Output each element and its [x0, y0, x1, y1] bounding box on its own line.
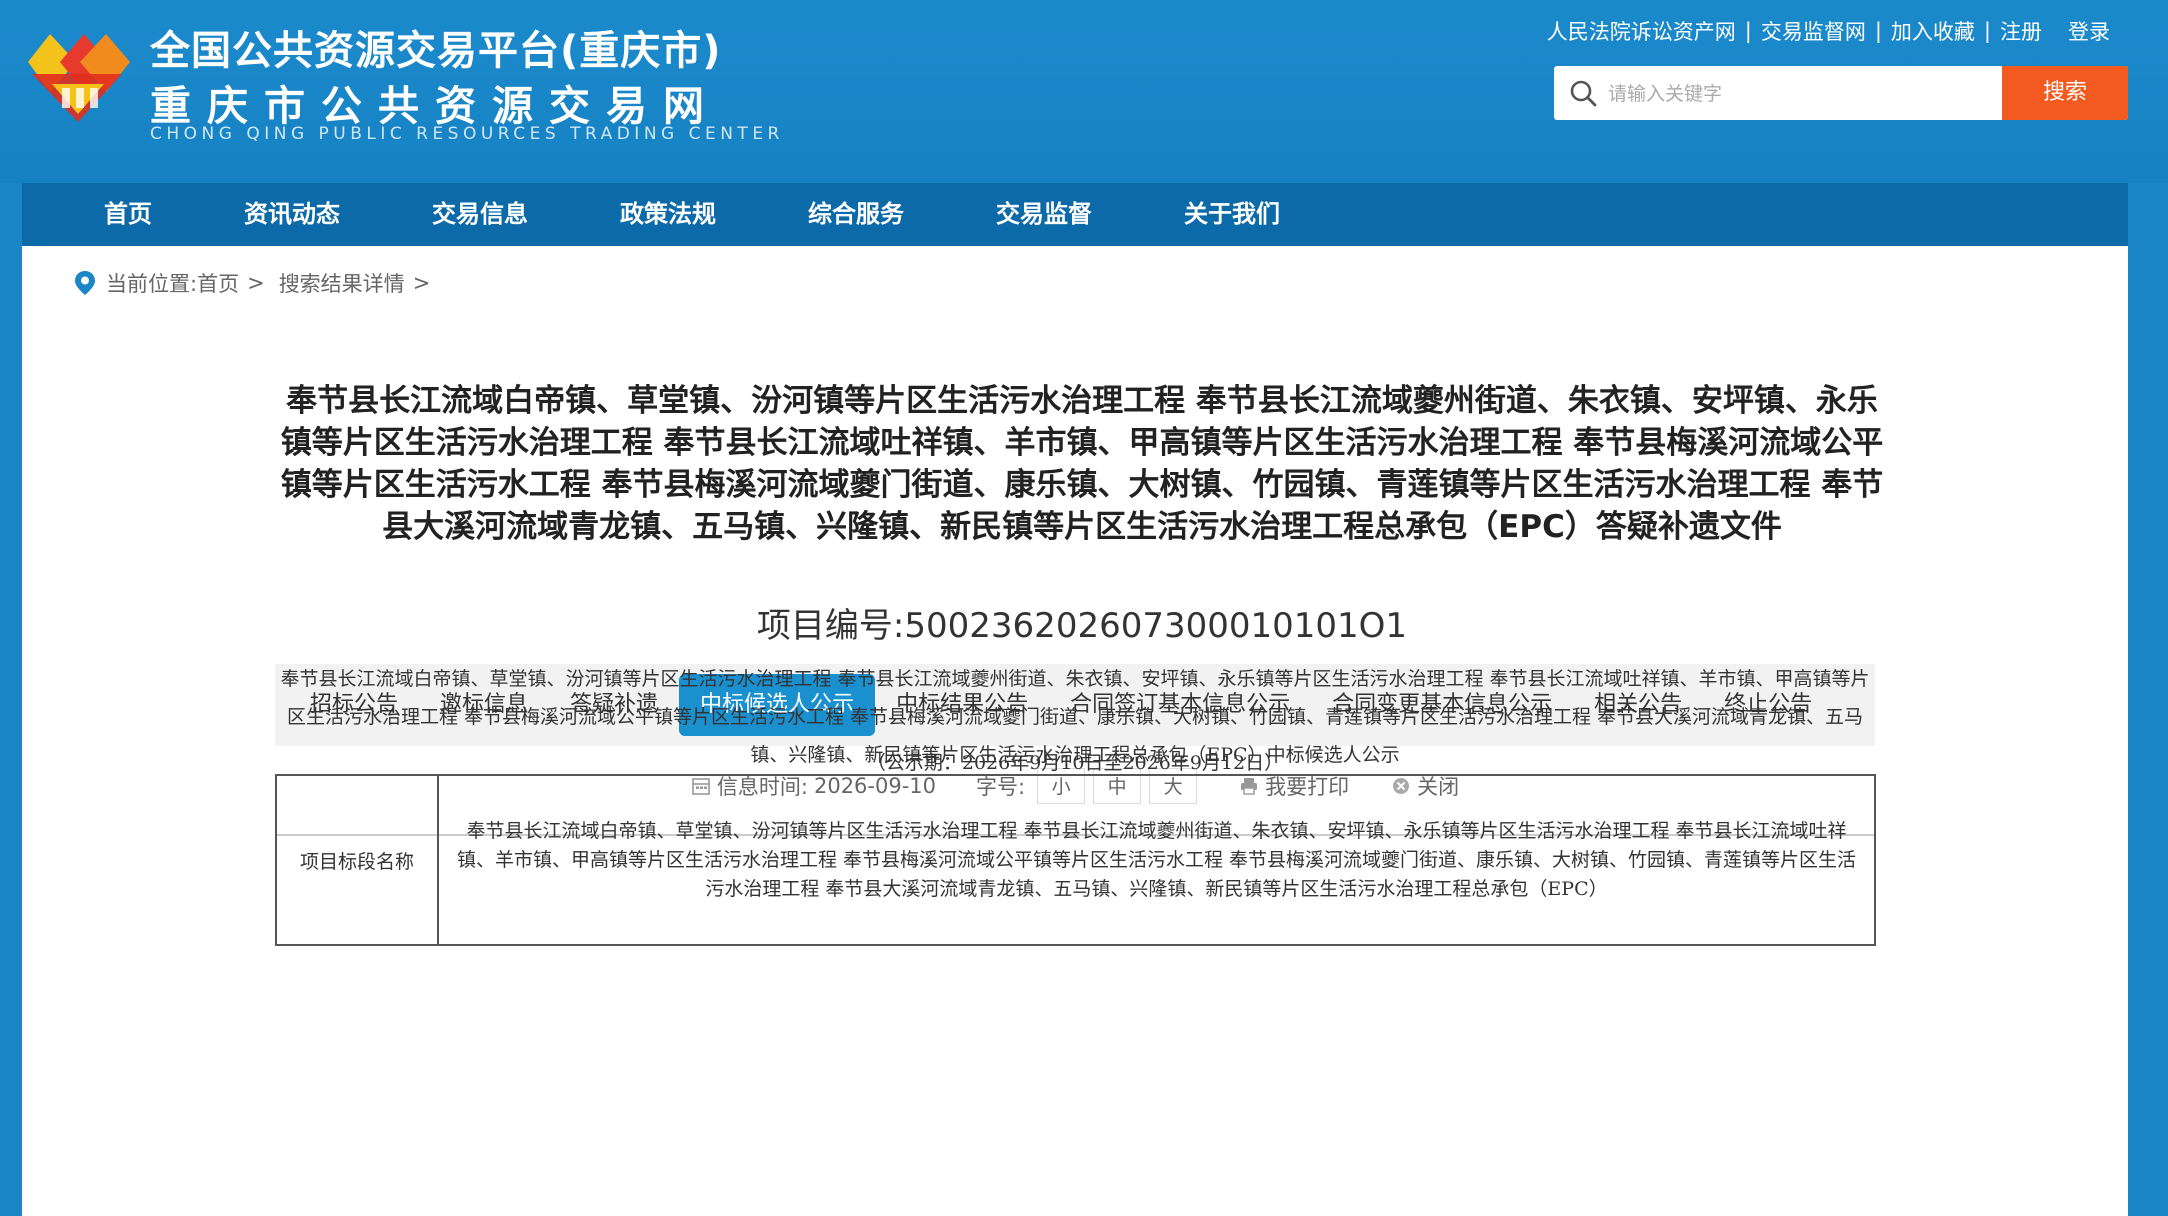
- page-title: 奉节县长江流域白帝镇、草堂镇、汾河镇等片区生活污水治理工程 奉节县长江流域夔州街…: [280, 383, 1884, 545]
- top-links: 人民法院诉讼资产网 | 交易监督网 | 加入收藏 | 注册 登录: [1547, 16, 2110, 46]
- nav-services[interactable]: 综合服务: [762, 183, 950, 246]
- breadcrumb: 当前位置: 首页 > 搜索结果详情 >: [72, 268, 444, 298]
- table-row: 项目标段名称 奉节县长江流域白帝镇、草堂镇、汾河镇等片区生活污水治理工程 奉节县…: [275, 774, 1876, 946]
- site-header: 全国公共资源交易平台(重庆市) 重庆市公共资源交易网 CHONG QING PU…: [0, 0, 2168, 183]
- breadcrumb-prefix: 当前位置:: [106, 272, 198, 296]
- content-panel: 当前位置: 首页 > 搜索结果详情 > 奉节县长江流域白帝镇、草堂镇、汾河镇等片…: [22, 246, 2128, 1216]
- nav-about[interactable]: 关于我们: [1138, 183, 1326, 246]
- location-pin-icon: [75, 271, 95, 295]
- announcement-period: （公示期：2026年9月10日至2026年9月12日）: [866, 752, 1284, 774]
- search-box: 搜索: [1554, 66, 2128, 120]
- project-number-value: 500236202607300010101O1: [904, 606, 1408, 646]
- link-court-assets[interactable]: 人民法院诉讼资产网: [1547, 16, 1736, 46]
- nav-policy[interactable]: 政策法规: [574, 183, 762, 246]
- breadcrumb-search-detail[interactable]: 搜索结果详情: [279, 268, 405, 298]
- nav-news[interactable]: 资讯动态: [198, 183, 386, 246]
- breadcrumb-separator: >: [412, 271, 431, 295]
- link-separator: |: [1983, 19, 1991, 43]
- main-nav: 首页 资讯动态 交易信息 政策法规 综合服务 交易监督 关于我们: [22, 183, 2128, 246]
- nav-supervision[interactable]: 交易监督: [950, 183, 1138, 246]
- link-separator: |: [1874, 19, 1882, 43]
- link-register[interactable]: 注册: [2000, 16, 2042, 46]
- link-separator: |: [1744, 19, 1752, 43]
- link-add-favorite[interactable]: 加入收藏: [1891, 16, 1975, 46]
- chongqing-resources-logo-icon[interactable]: [22, 22, 134, 134]
- link-trade-supervision[interactable]: 交易监督网: [1761, 16, 1866, 46]
- search-icon: [1570, 80, 1597, 107]
- table-cell-value: 奉节县长江流域白帝镇、草堂镇、汾河镇等片区生活污水治理工程 奉节县长江流域夔州街…: [437, 774, 1876, 946]
- table-cell-key: 项目标段名称: [275, 774, 439, 946]
- site-title-english: CHONG QING PUBLIC RESOURCES TRADING CENT…: [150, 124, 784, 144]
- project-number-label: 项目编号:: [756, 606, 905, 646]
- nav-trade-info[interactable]: 交易信息: [386, 183, 574, 246]
- site-title-name: 重庆市公共资源交易网: [150, 82, 720, 130]
- nav-home[interactable]: 首页: [22, 183, 198, 246]
- search-input[interactable]: [1606, 66, 1990, 120]
- project-number: 项目编号:500236202607300010101O1: [274, 598, 1890, 647]
- candidate-table: 项目标段名称 奉节县长江流域白帝镇、草堂镇、汾河镇等片区生活污水治理工程 奉节县…: [275, 774, 1876, 946]
- link-login[interactable]: 登录: [2068, 16, 2110, 46]
- breadcrumb-separator: >: [247, 271, 265, 295]
- search-button[interactable]: 搜索: [2002, 66, 2128, 120]
- site-title-platform: 全国公共资源交易平台(重庆市): [150, 28, 722, 74]
- breadcrumb-home[interactable]: 首页: [197, 268, 239, 298]
